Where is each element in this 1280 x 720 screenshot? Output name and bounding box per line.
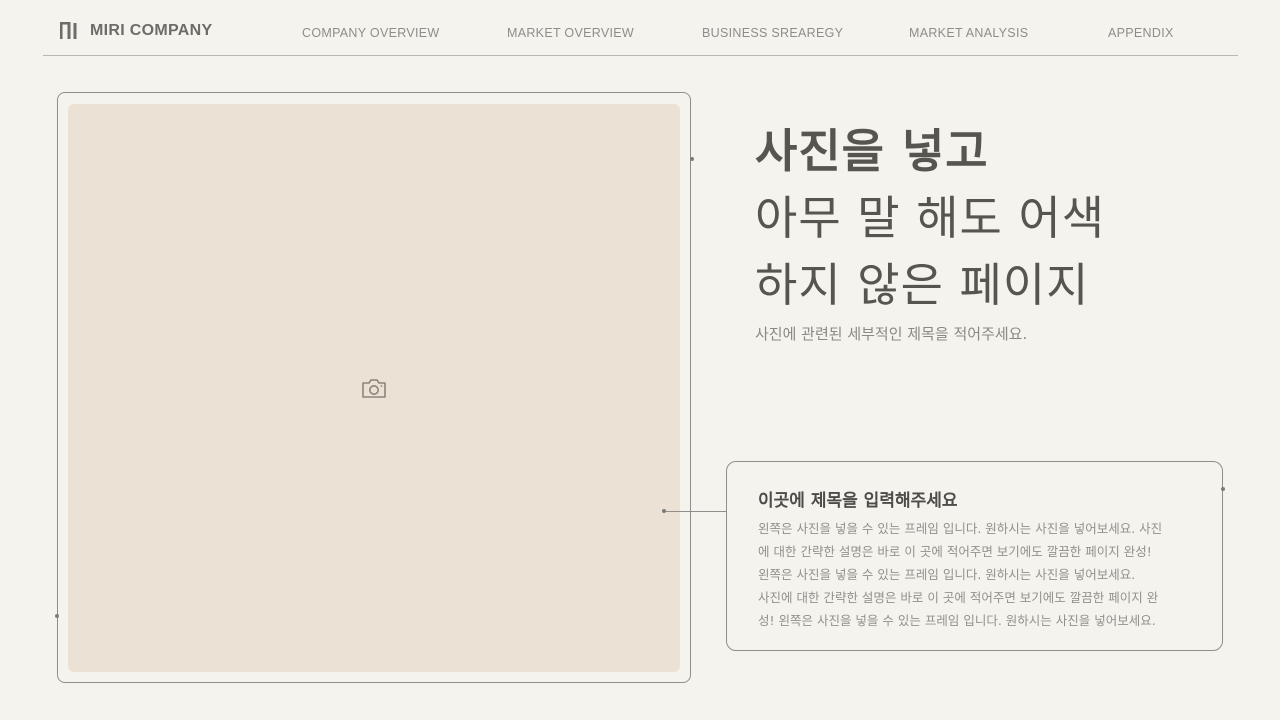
company-name: MIRI COMPANY bbox=[90, 22, 213, 39]
headline: 사진을 넣고 아무 말 해도 어색 하지 않은 페이지 bbox=[755, 118, 1105, 319]
nav-market-analysis[interactable]: MARKET ANALYSIS bbox=[909, 26, 1028, 40]
company-logo[interactable]: MIRI COMPANY bbox=[60, 22, 212, 40]
nav-market-overview[interactable]: MARKET OVERVIEW bbox=[507, 26, 634, 40]
info-line: 왼쪽은 사진을 넣을 수 있는 프레임 입니다. 원하시는 사진을 넣어보세요. bbox=[758, 567, 1136, 582]
headline-line-2: 아무 말 해도 어색 bbox=[755, 191, 1106, 245]
headline-line-3: 하지 않은 페이지 bbox=[755, 258, 1090, 312]
top-bar: MIRI COMPANY COMPANY OVERVIEW MARKET OVE… bbox=[0, 0, 1280, 56]
nav-business-strategy[interactable]: BUSINESS SREAREGY bbox=[702, 26, 843, 40]
info-body: 왼쪽은 사진을 넣을 수 있는 프레임 입니다. 원하시는 사진을 넣어보세요.… bbox=[758, 517, 1198, 632]
logo-mark-icon bbox=[60, 22, 77, 39]
info-box-dot bbox=[1221, 487, 1225, 491]
camera-icon[interactable] bbox=[360, 376, 388, 400]
info-title: 이곳에 제목을 입력해주세요 bbox=[758, 491, 958, 511]
connector-line bbox=[664, 511, 727, 512]
info-line: 성! 왼쪽은 사진을 넣을 수 있는 프레임 입니다. 원하시는 사진을 넣어보… bbox=[758, 613, 1156, 628]
info-line: 에 대한 간략한 설명은 바로 이 곳에 적어주면 보기에도 깔끔한 페이지 완… bbox=[758, 544, 1152, 559]
connector-dot bbox=[662, 509, 666, 513]
nav-appendix[interactable]: APPENDIX bbox=[1108, 26, 1174, 40]
headline-subtitle: 사진에 관련된 세부적인 제목을 적어주세요. bbox=[755, 325, 1028, 343]
info-line: 사진에 대한 간략한 설명은 바로 이 곳에 적어주면 보기에도 깔끔한 페이지… bbox=[758, 590, 1159, 605]
header-divider bbox=[43, 55, 1238, 56]
info-line: 왼쪽은 사진을 넣을 수 있는 프레임 입니다. 원하시는 사진을 넣어보세요.… bbox=[758, 521, 1163, 536]
frame-dot-bottom-left bbox=[55, 614, 59, 618]
headline-line-1: 사진을 넣고 bbox=[755, 124, 989, 178]
frame-dot-top-right bbox=[690, 157, 694, 161]
nav-company-overview[interactable]: COMPANY OVERVIEW bbox=[302, 26, 439, 40]
